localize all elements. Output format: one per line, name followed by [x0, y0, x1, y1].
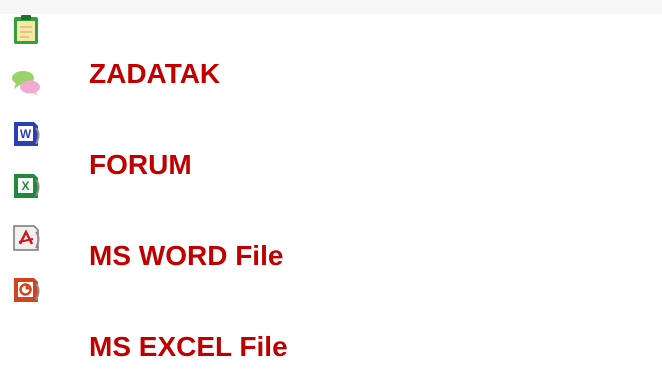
activity-icons-column: W X: [0, 14, 70, 371]
link-ms-word-file[interactable]: MS WORD File: [89, 240, 283, 272]
forum-icon[interactable]: [10, 66, 42, 98]
top-strip: [0, 0, 662, 14]
word-file-icon[interactable]: W: [10, 118, 42, 150]
excel-file-icon[interactable]: X: [10, 170, 42, 202]
svg-text:X: X: [21, 179, 29, 193]
powerpoint-file-icon[interactable]: [10, 274, 42, 306]
link-forum[interactable]: FORUM: [89, 149, 192, 181]
assignment-icon[interactable]: [10, 14, 42, 46]
svg-text:W: W: [20, 127, 32, 141]
pdf-file-icon[interactable]: [10, 222, 42, 254]
link-zadatak[interactable]: ZADATAK: [89, 58, 220, 90]
link-ms-excel-file[interactable]: MS EXCEL File: [89, 331, 288, 363]
